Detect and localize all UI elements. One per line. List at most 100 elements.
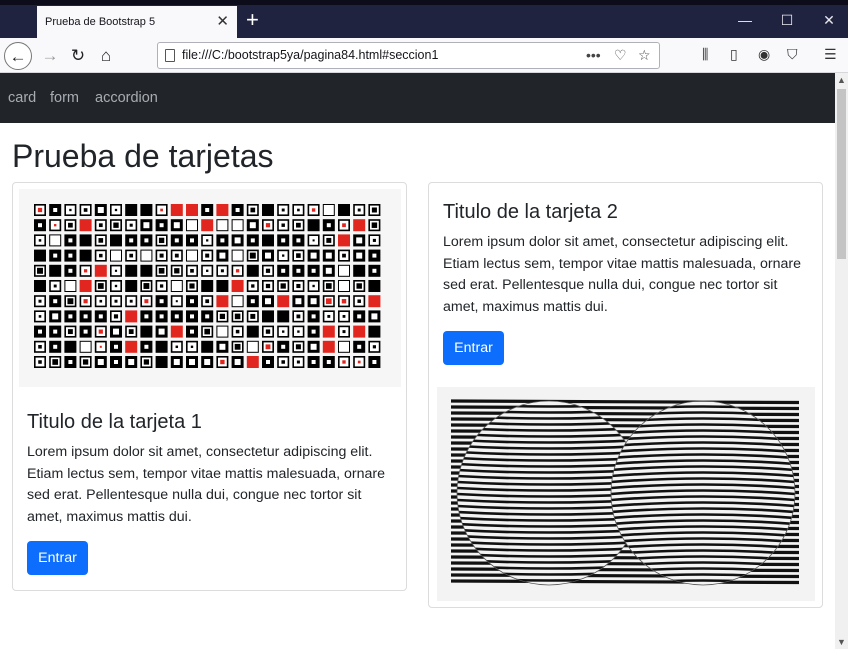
tab-title: Prueba de Bootstrap 5	[45, 16, 156, 28]
artwork-tile	[79, 356, 92, 369]
artwork-tile	[155, 340, 168, 353]
artwork-tile	[125, 204, 138, 216]
artwork-tile	[322, 310, 335, 323]
artwork-tile	[170, 280, 183, 292]
scrollbar-thumb[interactable]	[837, 89, 846, 259]
artwork-tile	[307, 219, 320, 232]
menu-icon[interactable]: ☰	[824, 46, 837, 63]
artwork-tile	[34, 295, 46, 308]
artwork-tile	[125, 295, 138, 308]
artwork-tile	[34, 234, 46, 247]
nav-link-form[interactable]: form	[50, 90, 79, 106]
scroll-down-icon[interactable]: ▼	[837, 637, 846, 647]
artwork-tile	[246, 310, 259, 323]
page-scrollbar[interactable]: ▲ ▼	[835, 73, 848, 649]
artwork-tile	[64, 204, 77, 216]
artwork-tile	[64, 219, 77, 232]
card-1-text: Lorem ipsum dolor sit amet, consectetur …	[27, 444, 385, 525]
artwork-tile	[155, 310, 168, 323]
reload-icon[interactable]: ↻	[64, 42, 92, 70]
artwork-tile	[64, 356, 77, 368]
nav-link-card[interactable]: card	[8, 90, 36, 106]
artwork-tile	[34, 219, 46, 232]
artwork-tile	[155, 356, 168, 368]
library-icon[interactable]: ⫼	[702, 46, 708, 63]
maximize-icon[interactable]: ☐	[772, 8, 802, 32]
artwork-tile	[140, 234, 153, 247]
card-1-enter-button[interactable]: Entrar	[27, 541, 88, 575]
artwork-tile	[322, 356, 335, 368]
artwork-tile	[125, 325, 138, 338]
artwork-tile	[140, 219, 153, 232]
artwork-tile	[338, 204, 350, 216]
artwork-tile	[186, 325, 198, 338]
artwork-tile	[201, 249, 214, 262]
artwork-tile	[246, 249, 259, 262]
artwork-tile	[353, 356, 366, 369]
artwork-tile	[353, 340, 366, 353]
artwork-tile	[170, 234, 183, 247]
artwork-tile	[79, 325, 92, 338]
artwork-tile	[125, 219, 138, 232]
artwork-tile	[140, 280, 153, 293]
artwork-tile	[216, 234, 229, 247]
artwork-tile	[125, 264, 138, 277]
artwork-tile	[170, 325, 183, 338]
minimize-icon[interactable]: —	[730, 8, 760, 32]
artwork-tile	[94, 356, 107, 368]
browser-titlebar: Prueba de Bootstrap 5 ✕ + — ☐ ✕	[0, 0, 848, 38]
artwork-tile	[277, 295, 290, 308]
artwork-tile	[155, 295, 168, 308]
artwork-tile	[216, 295, 229, 308]
artwork-tile	[79, 310, 92, 323]
artwork-tile	[155, 204, 168, 216]
artwork-tile	[368, 295, 381, 308]
home-icon[interactable]: ⌂	[92, 42, 120, 70]
back-arrow-icon[interactable]: ←	[4, 42, 32, 70]
artwork-tile	[277, 325, 290, 338]
card-2-image	[437, 387, 815, 601]
artwork-tile	[353, 264, 366, 277]
account-icon[interactable]: ◉	[758, 46, 770, 63]
artwork-tile	[307, 234, 320, 247]
scroll-up-icon[interactable]: ▲	[837, 75, 846, 85]
sidebar-icon[interactable]: ▯	[730, 46, 738, 63]
artwork-tile	[201, 310, 214, 323]
artwork-tile	[201, 340, 214, 353]
artwork-tile	[110, 234, 122, 247]
browser-tab[interactable]: Prueba de Bootstrap 5 ✕	[37, 6, 237, 38]
shield-icon[interactable]: ⛉	[787, 46, 798, 63]
artwork-tile	[49, 356, 62, 369]
card-1-title: Titulo de la tarjeta 1	[27, 411, 202, 433]
artwork-tile	[64, 249, 77, 262]
artwork-tile	[322, 280, 335, 293]
card-1-image	[19, 189, 401, 387]
artwork-tile	[292, 280, 305, 293]
bookmark-star-icon[interactable]: ☆	[638, 43, 651, 68]
artwork-tile	[231, 325, 244, 338]
forward-arrow-icon[interactable]: →	[36, 42, 64, 70]
artwork-tile	[368, 204, 381, 216]
artwork-tile	[155, 280, 168, 293]
pocket-icon[interactable]: ♡	[614, 43, 627, 68]
artwork-tile	[307, 340, 320, 353]
nav-link-accordion[interactable]: accordion	[95, 90, 158, 106]
artwork-tile	[231, 356, 244, 368]
artwork-tile	[155, 234, 168, 247]
artwork-tile	[231, 249, 244, 262]
page-actions-icon[interactable]: •••	[586, 43, 601, 68]
artwork-tile	[34, 280, 46, 292]
url-bar[interactable]: file:///C:/bootstrap5ya/pagina84.html#se…	[157, 42, 660, 69]
card-2-enter-button[interactable]: Entrar	[443, 331, 504, 365]
artwork-tile	[79, 295, 92, 308]
artwork-tile	[337, 356, 350, 369]
artwork-tile	[246, 325, 259, 338]
artwork-tile	[79, 219, 92, 232]
artwork-tile	[110, 310, 123, 323]
artwork-tile	[155, 325, 168, 338]
artwork-tile	[140, 310, 153, 323]
window-close-icon[interactable]: ✕	[814, 8, 844, 32]
tab-close-icon[interactable]: ✕	[216, 6, 229, 38]
artwork-tile	[49, 249, 62, 262]
new-tab-icon[interactable]: +	[246, 7, 259, 33]
